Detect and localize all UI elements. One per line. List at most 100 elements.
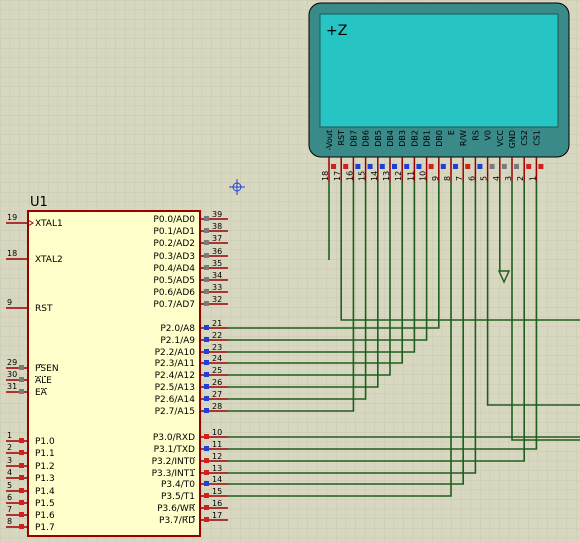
pin-number: 22 [212,331,222,340]
pin-label: P3.6/WR [157,504,195,514]
pin-number: 31 [7,382,17,391]
pin-state-marker [428,164,434,169]
pin-number: 14 [212,475,222,484]
pin-state-marker [204,434,209,439]
pin-number: 16 [212,499,222,508]
pin-label: P0.3/AD3 [153,252,195,262]
pin-state-marker [526,164,532,169]
pin-label: P0.1/AD1 [153,227,195,237]
pin-label: P0.5/AD5 [153,276,195,286]
pin-label: P1.0 [35,437,55,447]
pin-number: 6 [7,493,12,502]
schematic-canvas[interactable]: +Z -Vout18RST17DB716DB615DB514DB413DB312… [0,0,580,541]
lcd-pin-name: VCC [496,130,505,147]
pin-number: 2 [7,443,12,452]
pin-label: P3.1/TXD [154,445,195,455]
pin-state-marker [204,289,209,294]
pin-state-marker [204,505,209,510]
pin-state-marker [477,164,483,169]
pin-number: 11 [212,440,222,449]
pin-state-marker [19,389,24,394]
pin-number: 9 [431,176,440,181]
lcd-pin-name: E [447,130,456,135]
lcd-screen [319,13,559,128]
pin-number: 8 [7,517,12,526]
pin-state-marker [19,463,24,468]
pin-label: P2.3/A11 [155,359,195,369]
pin-number: 12 [394,171,403,181]
pin-number: 4 [7,468,12,477]
pin-state-marker [19,365,24,370]
lcd-pin-name: V0 [484,130,493,141]
pin-state-marker [204,265,209,270]
pin-state-marker [204,408,209,413]
pin-state-marker [489,164,495,169]
pin-state-marker [440,164,446,169]
mcu-ref: U1 [30,195,48,210]
pin-state-marker [19,475,24,480]
pin-state-marker [379,164,385,169]
pin-label: P2.7/A15 [155,407,195,417]
pin-number: 26 [212,378,222,387]
pin-label: P1.7 [35,523,55,533]
pin-state-marker [367,164,373,169]
pin-label: P1.6 [35,511,55,521]
microcontroller-8051[interactable]: U1 19 XTAL1 18 XTAL2 9 RST 29 PSEN 30 ALE 31 EA 1 P1.… [6,195,228,537]
pin-label: P2.5/A13 [155,383,195,393]
pin-state-marker [392,164,397,169]
pin-label: P2.1/A9 [160,336,195,346]
pin-state-marker [19,450,24,455]
lcd-cursor-glyph: +Z [326,23,347,39]
pin-state-marker [204,277,209,282]
pin-state-marker [204,517,209,522]
pin-state-marker [204,481,209,486]
pin-label: XTAL2 [35,255,63,265]
pin-state-marker [343,164,349,169]
pin-number: 1 [528,176,537,181]
pin-state-marker [204,337,209,342]
pin-number: 12 [212,452,222,461]
pin-number: 18 [321,171,330,181]
pin-number: 6 [467,176,476,181]
pin-label: P0.2/AD2 [153,239,195,249]
pin-number: 3 [504,176,513,181]
pin-label: P3.0/RXD [153,433,195,443]
pin-label: P2.6/A14 [155,395,196,405]
pin-number: 29 [7,358,17,367]
lcd-pin-name: DB4 [386,130,395,147]
pin-label: P1.1 [35,449,55,459]
pin-state-marker [204,360,209,365]
pin-number: 28 [212,402,222,411]
lcd-pin-name: DB3 [398,130,407,147]
pin-label: P2.2/A10 [155,348,196,358]
pin-state-marker [501,164,507,169]
pin-state-marker [19,488,24,493]
pin-number: 21 [212,319,222,328]
pin-number: 15 [212,487,222,496]
pin-label: P3.5/T1 [161,492,195,502]
pin-number: 16 [345,171,354,181]
pin-number: 27 [212,390,222,399]
pin-number: 17 [333,171,342,181]
pin-label: P2.4/A12 [155,371,195,381]
pin-state-marker [204,470,209,475]
pin-label: P2.0/A8 [160,324,195,334]
lcd-pin-name: RS [471,130,480,141]
pin-state-marker [204,372,209,377]
lcd-pin-name: RST [337,130,346,146]
pin-state-marker [204,446,209,451]
pin-number: 13 [382,171,391,181]
pin-state-marker [514,164,519,169]
pin-number: 11 [406,171,415,181]
pin-state-marker [404,164,410,169]
glcd-module[interactable]: +Z -Vout18RST17DB716DB615DB514DB413DB312… [308,2,570,182]
pin-label: P0.4/AD4 [153,264,195,274]
lcd-pin-name: DB2 [410,130,419,147]
pin-number: 5 [480,176,489,181]
pin-label: PSEN [35,364,59,374]
pin-number: 2 [516,176,525,181]
pin-state-marker [453,164,458,169]
pin-label: P1.2 [35,462,55,472]
pin-number: 32 [212,295,222,304]
pin-state-marker [204,216,209,221]
